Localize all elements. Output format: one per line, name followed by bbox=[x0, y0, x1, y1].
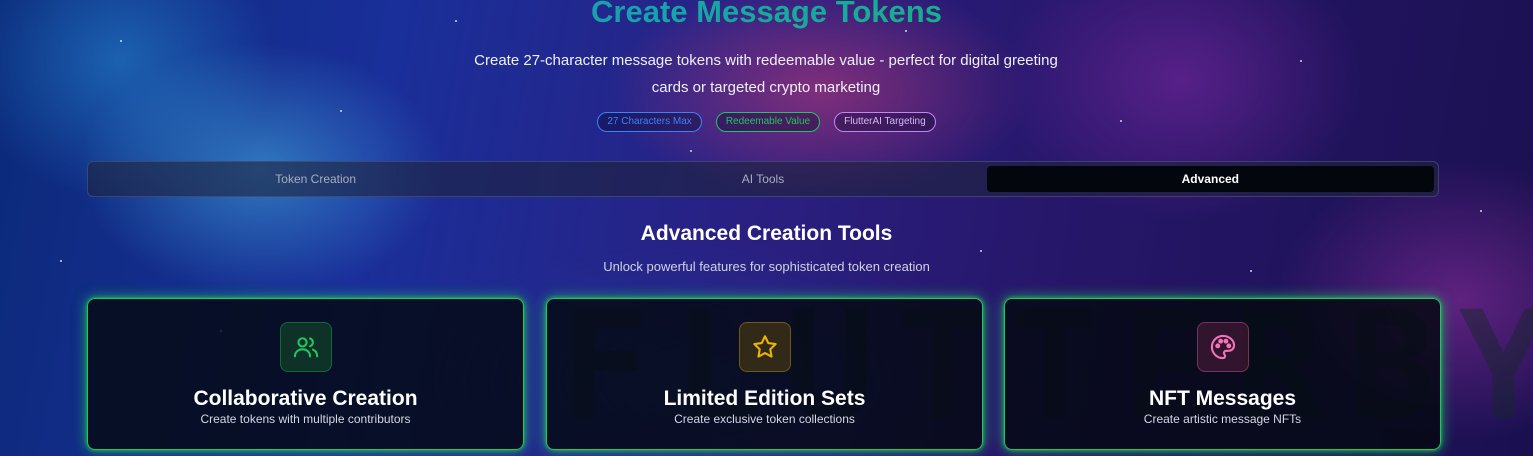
tab-advanced[interactable]: Advanced bbox=[986, 166, 1434, 192]
card-description: Create exclusive token collections bbox=[674, 412, 855, 426]
tab-bar: Token Creation AI Tools Advanced bbox=[87, 161, 1439, 197]
card-limited-edition-sets[interactable]: Limited Edition Sets Create exclusive to… bbox=[546, 298, 983, 450]
section-title: Advanced Creation Tools bbox=[640, 222, 893, 245]
card-title: Limited Edition Sets bbox=[663, 387, 866, 410]
palette-icon bbox=[1196, 322, 1249, 372]
star-icon bbox=[738, 322, 791, 372]
page-subtitle: Create 27-character message tokens with … bbox=[474, 52, 1058, 96]
badge-characters: 27 Characters Max bbox=[597, 112, 702, 132]
card-description: Create artistic message NFTs bbox=[1143, 412, 1302, 426]
page-title: Create Message Tokens bbox=[0, 0, 1533, 30]
feature-badges: 27 Characters Max Redeemable Value Flutt… bbox=[0, 112, 1533, 132]
card-title: NFT Messages bbox=[1148, 387, 1297, 410]
tab-token-creation[interactable]: Token Creation bbox=[92, 166, 539, 192]
card-collaborative-creation[interactable]: Collaborative Creation Create tokens wit… bbox=[87, 298, 524, 450]
card-nft-messages[interactable]: NFT Messages Create artistic message NFT… bbox=[1004, 298, 1441, 450]
section-subtitle: Unlock powerful features for sophisticat… bbox=[603, 259, 930, 274]
badge-targeting: FlutterAI Targeting bbox=[834, 112, 936, 132]
tab-ai-tools[interactable]: AI Tools bbox=[539, 166, 986, 192]
card-description: Create tokens with multiple contributors bbox=[200, 412, 411, 426]
users-icon bbox=[279, 322, 332, 372]
badge-redeemable: Redeemable Value bbox=[715, 112, 821, 132]
card-title: Collaborative Creation bbox=[193, 387, 418, 410]
